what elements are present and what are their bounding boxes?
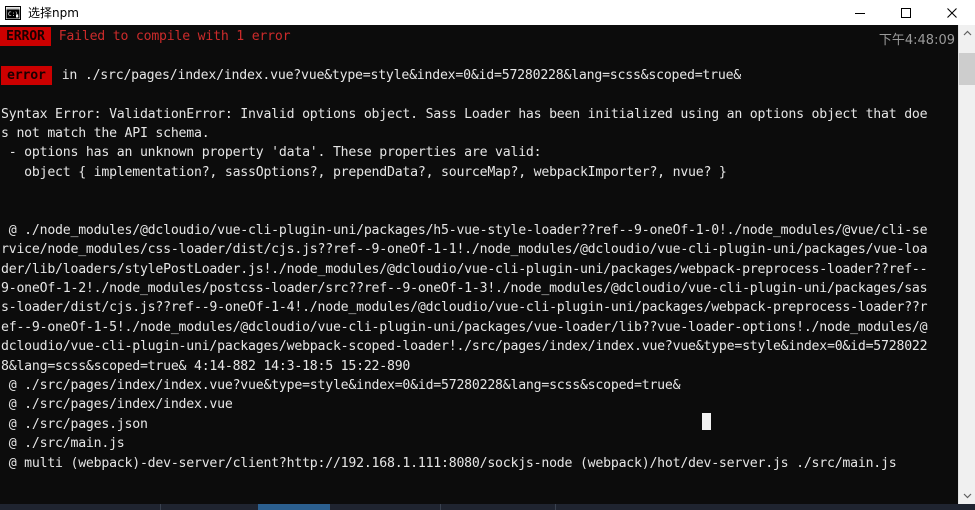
console-line: object { implementation?, sassOptions?, …	[1, 164, 727, 180]
window-title: 选择npm	[28, 6, 79, 20]
status-badge-error-lower: error	[1, 65, 52, 85]
console-line: dcloudio/vue-cli-plugin-uni/packages/web…	[1, 339, 928, 355]
error-location-text: in ./src/pages/index/index.vue?vue&type=…	[61, 67, 742, 83]
console-line: ef--9-oneOf-1-5!./node_modules/@dcloudio…	[1, 319, 928, 335]
console-line: @ ./node_modules/@dcloudio/vue-cli-plugi…	[1, 222, 928, 238]
scroll-down-button[interactable]	[959, 487, 975, 504]
console-output[interactable]: ERROR Failed to compile with 1 error 下午4…	[0, 25, 958, 504]
cmd-console-icon: C:\	[5, 5, 21, 20]
scrollbar-track[interactable]	[959, 42, 975, 487]
maximize-button[interactable]	[883, 0, 929, 25]
console-line: s-loader/dist/cjs.js??ref--9-oneOf-1-4!.…	[1, 300, 928, 316]
console-line: @ ./src/pages/index/index.vue	[1, 397, 233, 413]
console-line: 9-oneOf-1-2!./node_modules/postcss-loade…	[1, 281, 928, 297]
minimize-icon	[855, 12, 865, 14]
scroll-up-button[interactable]	[959, 25, 975, 42]
close-button[interactable]	[929, 0, 975, 25]
console-line: @ multi (webpack)-dev-server/client?http…	[1, 455, 897, 471]
minimize-button[interactable]	[837, 0, 883, 25]
title-bar[interactable]: C:\ 选择npm	[0, 0, 975, 26]
chevron-down-icon	[963, 493, 971, 499]
taskbar-divider	[440, 504, 441, 510]
error-location-row: error in ./src/pages/index/index.vue?vue…	[0, 65, 958, 85]
vertical-scrollbar[interactable]	[958, 25, 975, 504]
error-headline-row: ERROR Failed to compile with 1 error 下午4…	[0, 25, 958, 48]
taskbar-sliver	[0, 504, 975, 510]
window-controls	[837, 0, 975, 25]
console-line: der/lib/loaders/stylePostLoader.js!./nod…	[1, 261, 928, 277]
console-line: @ ./src/pages/index/index.vue?vue&type=s…	[1, 378, 681, 394]
console-window: C:\ 选择npm ERROR Failed to compile with 1…	[0, 0, 975, 510]
console-line: s not match the API schema.	[1, 125, 210, 141]
console-line: @ ./src/main.js	[1, 436, 125, 452]
status-badge-error-upper: ERROR	[0, 27, 51, 47]
maximize-icon	[901, 7, 911, 18]
console-line: - options has an unknown property 'data'…	[1, 145, 542, 161]
chevron-up-icon	[963, 30, 971, 36]
console-line: @ ./src/pages.json	[1, 416, 148, 432]
console-line: Syntax Error: ValidationError: Invalid o…	[1, 106, 928, 122]
error-headline: Failed to compile with 1 error	[58, 29, 291, 45]
close-icon	[947, 7, 957, 18]
console-line: 8&lang=scss&scoped=true& 4:14-882 14:3-1…	[1, 358, 411, 374]
taskbar-active-item[interactable]	[258, 504, 330, 510]
scrollbar-thumb[interactable]	[959, 53, 975, 85]
console-line: rvice/node_modules/css-loader/dist/cjs.j…	[1, 242, 928, 258]
taskbar-divider	[555, 504, 556, 510]
taskbar-divider	[160, 504, 161, 510]
clock-text: 下午4:48:09	[878, 33, 955, 48]
text-cursor	[702, 413, 711, 430]
